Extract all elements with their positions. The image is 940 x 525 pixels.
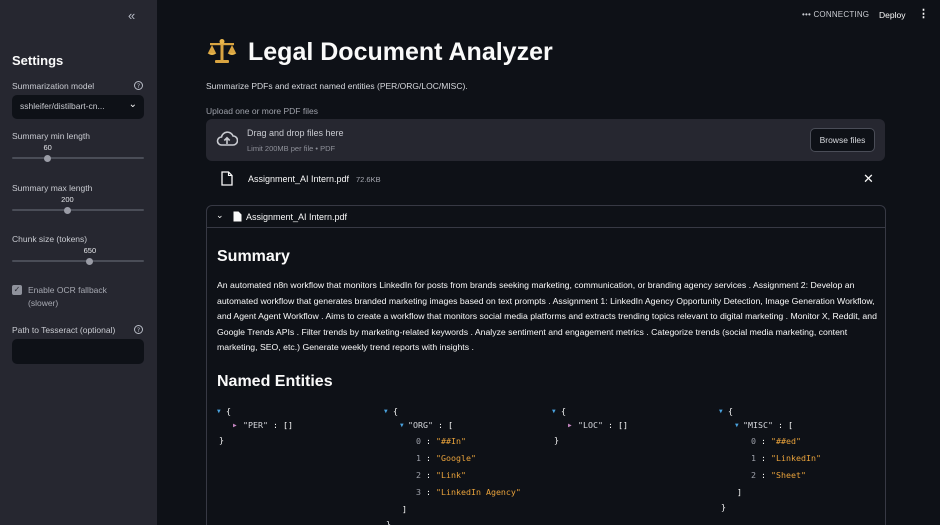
page-subtitle: Summarize PDFs and extract named entitie… — [206, 81, 468, 91]
ocr-label: Enable OCR fallback (slower) — [28, 285, 107, 308]
json-key: "PER" — [243, 420, 268, 430]
json-string: "Google" — [436, 453, 476, 463]
kebab-menu-icon[interactable]: ⋮ — [918, 8, 929, 20]
page-title: Legal Document Analyzer — [248, 38, 553, 66]
dots-icon: ••• — [802, 10, 812, 19]
max-length-label: Summary max length — [12, 183, 93, 193]
summary-heading: Summary — [217, 248, 290, 265]
collapse-triangle-icon[interactable]: ▼ — [735, 422, 739, 429]
summary-text: An automated n8n workflow that monitors … — [217, 280, 877, 353]
file-expander: ⌄ Assignment_AI Intern.pdf Summary An au… — [206, 205, 886, 525]
collapse-triangle-icon[interactable]: ▼ — [719, 408, 723, 415]
expand-triangle-icon[interactable]: ▶ — [568, 422, 572, 429]
model-label: Summarization model — [12, 81, 95, 91]
file-dropzone[interactable]: Drag and drop files here Limit 200MB per… — [206, 119, 885, 161]
remove-file-icon[interactable]: ✕ — [863, 171, 874, 187]
cloud-upload-icon — [216, 131, 238, 146]
json-string: "LinkedIn" — [771, 453, 821, 463]
dropzone-text: Drag and drop files here — [247, 128, 344, 138]
collapse-triangle-icon[interactable]: ▼ — [217, 408, 221, 415]
ocr-checkbox[interactable]: ✓ — [12, 285, 22, 295]
max-length-slider[interactable] — [12, 206, 144, 214]
connection-status: ••• CONNECTING — [802, 10, 869, 19]
slider-thumb[interactable] — [44, 154, 52, 162]
json-string: "Sheet" — [771, 470, 806, 480]
chevron-down-icon: ⌄ — [216, 210, 224, 220]
tesseract-path-input[interactable] — [12, 339, 144, 364]
sidebar-title: Settings — [12, 53, 64, 68]
deploy-button[interactable]: Deploy — [879, 10, 905, 20]
max-length-value: 200 — [61, 195, 74, 204]
expander-title: Assignment_AI Intern.pdf — [246, 212, 348, 222]
dropzone-limit: Limit 200MB per file • PDF — [247, 144, 336, 153]
scales-icon — [207, 39, 237, 63]
json-key: "MISC" — [743, 420, 773, 430]
file-icon — [233, 211, 242, 222]
sidebar: « Settings Summarization model ? sshleif… — [0, 0, 157, 525]
json-key: "ORG" — [408, 420, 433, 430]
collapse-sidebar-icon[interactable]: « — [128, 8, 135, 23]
uploaded-file: Assignment_AI Intern.pdf 72.6KB ✕ — [206, 168, 885, 192]
chevron-down-icon: ⌄ — [128, 99, 137, 110]
collapse-triangle-icon[interactable]: ▼ — [552, 408, 556, 415]
slider-thumb[interactable] — [86, 257, 94, 265]
model-select-value: sshleifer/distilbart-cn... — [20, 101, 105, 111]
file-name: Assignment_AI Intern.pdf — [248, 174, 350, 184]
file-size: 72.6KB — [356, 175, 381, 184]
help-icon[interactable]: ? — [134, 325, 143, 334]
help-icon[interactable]: ? — [134, 81, 143, 90]
tesseract-label: Path to Tesseract (optional) — [12, 325, 116, 335]
expander-header[interactable]: ⌄ Assignment_AI Intern.pdf — [207, 206, 885, 228]
min-length-slider[interactable] — [12, 154, 144, 162]
min-length-label: Summary min length — [12, 131, 90, 141]
chunk-size-slider[interactable] — [12, 257, 144, 265]
json-key: "LOC" — [578, 420, 603, 430]
json-string: "##In" — [436, 436, 466, 446]
json-string: "##ed" — [771, 436, 801, 446]
min-length-value: 60 — [43, 143, 52, 152]
slider-thumb[interactable] — [63, 206, 71, 214]
browse-files-button[interactable]: Browse files — [810, 128, 875, 152]
collapse-triangle-icon[interactable]: ▼ — [400, 422, 404, 429]
json-string: "Link" — [436, 470, 466, 480]
entities-heading: Named Entities — [217, 373, 333, 390]
upload-label: Upload one or more PDF files — [206, 106, 318, 116]
status-text: CONNECTING — [813, 10, 870, 19]
chunk-size-label: Chunk size (tokens) — [12, 234, 88, 244]
json-string: "LinkedIn Agency" — [436, 487, 521, 497]
json-value: [] — [282, 420, 293, 430]
expand-triangle-icon[interactable]: ▶ — [233, 422, 237, 429]
model-select[interactable]: sshleifer/distilbart-cn... ⌄ — [12, 95, 144, 119]
collapse-triangle-icon[interactable]: ▼ — [384, 408, 388, 415]
json-value: [] — [617, 420, 628, 430]
file-icon — [221, 171, 233, 186]
chunk-size-value: 650 — [83, 246, 97, 255]
